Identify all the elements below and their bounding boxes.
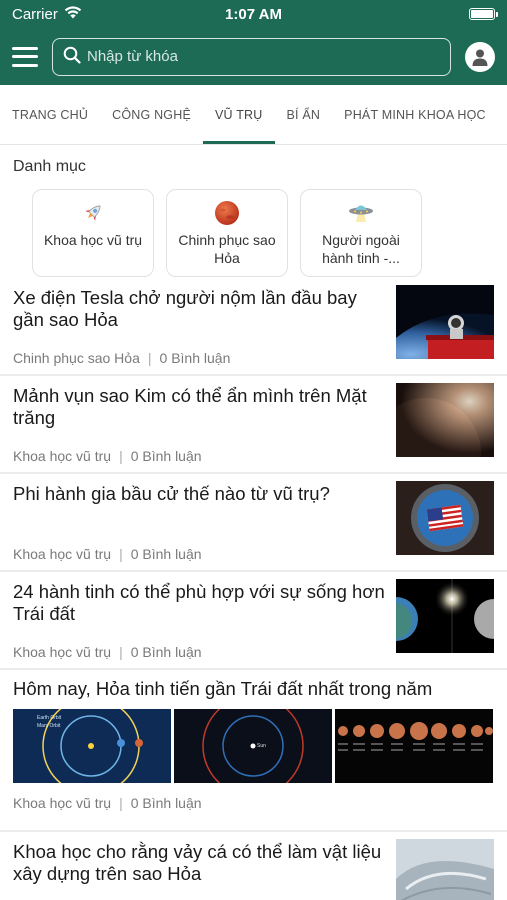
tab-mystery[interactable]: BÍ ẨN	[275, 85, 333, 144]
article-title: Phi hành gia bầu cử thế nào từ vũ trụ?	[13, 483, 330, 504]
tab-home[interactable]: TRANG CHỦ	[0, 85, 100, 144]
rocket-icon	[80, 200, 106, 226]
avatar[interactable]	[465, 41, 495, 72]
article-comments: 0 Bình luận	[159, 350, 231, 366]
category-list: Khoa học vũ trụ Chinh phục sao Hỏa Người…	[0, 183, 507, 278]
tab-technology[interactable]: CÔNG NGHỆ	[100, 85, 203, 144]
article-thumbnail	[396, 839, 494, 900]
status-bar: Carrier 1:07 AM	[0, 0, 507, 28]
sun-label: Sun	[257, 743, 266, 749]
article-comments: 0 Bình luận	[130, 644, 202, 660]
article-item[interactable]: Hôm nay, Hỏa tinh tiến gần Trái đất nhất…	[0, 670, 507, 832]
article-thumbnail	[396, 285, 494, 359]
meta-separator: |	[119, 644, 123, 660]
article-title: Mảnh vụn sao Kim có thể ẩn mình trên Mặt…	[13, 385, 367, 428]
article-image	[335, 709, 493, 783]
status-left: Carrier	[12, 6, 82, 23]
ufo-icon	[348, 200, 374, 226]
article-image: Earth Orbit Mars Orbit	[13, 709, 171, 783]
article-comments: 0 Bình luận	[130, 448, 202, 464]
article-title: Xe điện Tesla chở người nộm lần đầu bay …	[13, 287, 357, 330]
wifi-icon	[64, 5, 82, 23]
article-thumbnail	[396, 383, 494, 457]
category-label: Khoa học vũ trụ	[43, 232, 143, 248]
article-item[interactable]: Xe điện Tesla chở người nộm lần đầu bay …	[0, 278, 507, 376]
article-category: Chinh phục sao Hỏa	[13, 350, 140, 366]
category-label: Người ngoài hành tinh -...	[322, 232, 400, 266]
article-meta: Khoa học vũ trụ | 0 Bình luận	[13, 448, 386, 472]
article-item[interactable]: 24 hành tinh có thể phù hợp với sự sống …	[0, 572, 507, 670]
article-comments: 0 Bình luận	[130, 795, 202, 811]
article-meta: Khoa học vũ trụ | 0 Bình luận	[13, 644, 386, 668]
article-thumbnail	[396, 481, 494, 555]
carrier-label: Carrier	[12, 5, 58, 23]
mars-orbit-label: Mars Orbit	[37, 723, 61, 729]
article-thumbnail	[396, 579, 494, 653]
tab-universe[interactable]: VŨ TRỤ	[203, 85, 275, 144]
article-title: Hôm nay, Hỏa tinh tiến gần Trái đất nhất…	[13, 678, 433, 699]
article-title: Khoa học cho rằng vảy cá có thể làm vật …	[13, 841, 382, 884]
article-image-gallery: Earth Orbit Mars Orbit Sun	[13, 709, 494, 783]
category-mars[interactable]: Chinh phục sao Hỏa	[166, 189, 288, 277]
article-meta: Chinh phục sao Hỏa | 0 Bình luận	[13, 350, 386, 374]
tab-inventions[interactable]: PHÁT MINH KHOA HỌC	[332, 85, 498, 144]
article-category: Khoa học vũ trụ	[13, 644, 112, 660]
category-tabs: TRANG CHỦ CÔNG NGHỆ VŨ TRỤ BÍ ẨN PHÁT MI…	[0, 85, 507, 145]
app-header	[0, 28, 507, 85]
article-comments: 0 Bình luận	[130, 546, 202, 562]
article-title: 24 hành tinh có thể phù hợp với sự sống …	[13, 581, 385, 624]
search-input[interactable]	[87, 48, 440, 65]
battery-icon	[469, 8, 498, 20]
mars-icon	[214, 200, 240, 226]
earth-orbit-label: Earth Orbit	[37, 715, 62, 721]
user-icon	[472, 49, 488, 66]
article-item[interactable]: Khoa học cho rằng vảy cá có thể làm vật …	[0, 832, 507, 900]
category-label: Chinh phục sao Hỏa	[178, 232, 276, 266]
article-image: Sun	[174, 709, 332, 783]
search-icon	[63, 46, 81, 68]
article-category: Khoa học vũ trụ	[13, 546, 112, 562]
meta-separator: |	[147, 350, 152, 366]
category-space-science[interactable]: Khoa học vũ trụ	[32, 189, 154, 277]
article-meta: Khoa học vũ trụ | 0 Bình luận	[13, 795, 494, 819]
meta-separator: |	[119, 795, 123, 811]
article-category: Khoa học vũ trụ	[13, 795, 112, 811]
article-meta: Khoa học vũ trụ | 0 Bình luận	[13, 546, 386, 570]
menu-icon[interactable]	[12, 46, 38, 67]
category-aliens[interactable]: Người ngoài hành tinh -...	[300, 189, 422, 277]
article-item[interactable]: Phi hành gia bầu cử thế nào từ vũ trụ? K…	[0, 474, 507, 572]
meta-separator: |	[119, 448, 123, 464]
article-category: Khoa học vũ trụ	[13, 448, 112, 464]
meta-separator: |	[119, 546, 123, 562]
search-bar[interactable]	[52, 37, 451, 76]
article-item[interactable]: Mảnh vụn sao Kim có thể ẩn mình trên Mặt…	[0, 376, 507, 474]
categories-heading: Danh mục	[13, 158, 86, 175]
